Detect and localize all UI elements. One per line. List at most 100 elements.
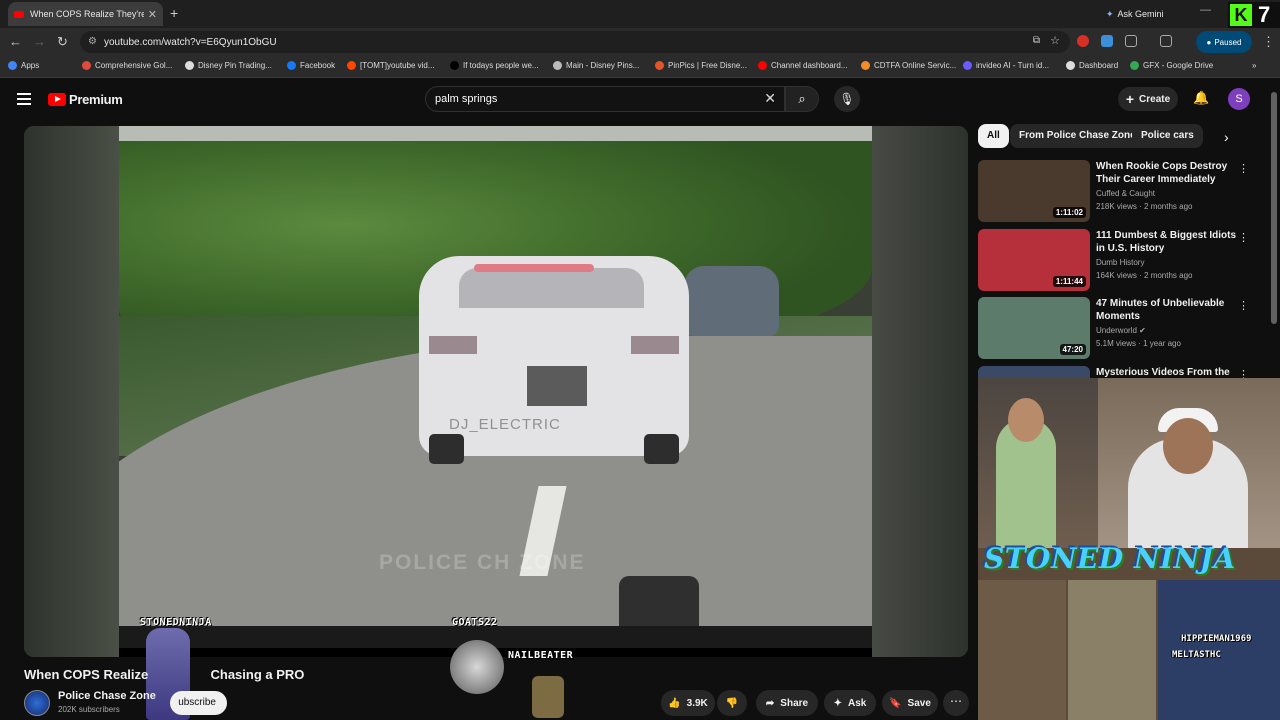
bookmark-favicon-icon bbox=[963, 61, 972, 70]
video-thumbnail[interactable]: 1:11:02 bbox=[978, 160, 1090, 222]
clip-thumbnail-2 bbox=[1068, 580, 1156, 720]
verified-check-icon: ✔ bbox=[1139, 326, 1146, 335]
back-arrow-icon[interactable]: ← bbox=[9, 34, 22, 49]
voice-search-button[interactable]: 🎙 bbox=[834, 86, 860, 112]
more-options-icon[interactable]: ⋮ bbox=[1238, 299, 1249, 312]
ask-gemini-button[interactable]: ✦ Ask Gemini bbox=[1106, 5, 1164, 23]
bookmark-item[interactable]: CDTFA Online Servic... bbox=[861, 61, 956, 70]
duration-badge: 1:11:02 bbox=[1052, 207, 1086, 218]
account-avatar[interactable]: S bbox=[1228, 88, 1250, 110]
create-button[interactable]: + Create bbox=[1118, 87, 1178, 111]
webcam-overlay: STONED NINJA HIPPIEMAN1969 MELTASTHC bbox=[978, 378, 1280, 720]
chip-police-cars[interactable]: Police cars bbox=[1132, 124, 1203, 148]
browser-tab[interactable]: When COPS Realize They're Ch ✕ bbox=[8, 2, 163, 26]
profile-paused-button[interactable]: ● Paused bbox=[1196, 31, 1252, 53]
search-button[interactable]: ⌕ bbox=[785, 86, 819, 112]
share-arrow-icon: ➦ bbox=[765, 697, 775, 709]
bookmark-item[interactable]: GFX - Google Drive bbox=[1130, 61, 1213, 70]
bookmark-item[interactable]: invideo AI - Turn id... bbox=[963, 61, 1049, 70]
menu-hamburger-icon[interactable] bbox=[17, 93, 31, 105]
chip-next-arrow-icon[interactable]: › bbox=[1224, 129, 1229, 145]
thumbs-down-icon: 👎 bbox=[725, 697, 739, 709]
bookmarks-bar: Apps Comprehensive Gol... Disney Pin Tradi… bbox=[0, 56, 1280, 78]
forward-arrow-icon[interactable]: → bbox=[33, 34, 46, 49]
address-bar[interactable]: ⚙ youtube.com/watch?v=E6Qyun1ObGU ⧉ ☆ bbox=[80, 31, 1070, 53]
save-button[interactable]: 🔖 Save bbox=[882, 690, 938, 716]
channel-name[interactable]: Police Chase Zone bbox=[58, 690, 156, 702]
video-frame[interactable]: DJ_ELECTRIC POLICE CH ZONE bbox=[119, 126, 872, 648]
recommended-title[interactable]: 111 Dumbest & Biggest Idiots in U.S. His… bbox=[1096, 229, 1246, 255]
new-tab-button[interactable]: + bbox=[170, 5, 178, 21]
search-input[interactable]: palm springs ✕ bbox=[425, 86, 785, 112]
bookmark-favicon-icon bbox=[450, 61, 459, 70]
zombie-avatar-sprite bbox=[532, 676, 564, 718]
minimize-icon[interactable]: — bbox=[1200, 4, 1211, 16]
tire bbox=[429, 434, 464, 464]
video-player[interactable]: DJ_ELECTRIC POLICE CH ZONE bbox=[24, 126, 968, 657]
install-app-icon[interactable]: ⧉ bbox=[1033, 35, 1040, 46]
recommended-video[interactable]: 1:11:02 When Rookie Cops Destroy Their Ca… bbox=[978, 160, 1268, 222]
recommended-title[interactable]: When Rookie Cops Destroy Their Career Im… bbox=[1096, 160, 1246, 186]
recommended-video[interactable]: 47:20 47 Minutes of Unbelievable Moments U… bbox=[978, 297, 1268, 359]
bookmark-item[interactable]: Comprehensive Gol... bbox=[82, 61, 172, 70]
bookmark-label: [TOMT]youtube vid... bbox=[360, 61, 435, 70]
youtube-play-icon bbox=[48, 93, 66, 106]
bookmark-item[interactable]: If todays people we... bbox=[450, 61, 539, 70]
channel-avatar[interactable] bbox=[24, 690, 50, 716]
bookmark-item[interactable]: [TOMT]youtube vid... bbox=[347, 61, 435, 70]
bookmark-item[interactable]: Main - Disney Pins... bbox=[553, 61, 639, 70]
duration-badge: 47:20 bbox=[1059, 344, 1086, 355]
subscriber-count: 202K subscribers bbox=[58, 705, 120, 714]
bookmark-label: Main - Disney Pins... bbox=[566, 61, 640, 70]
notifications-bell-icon[interactable]: 🔔 bbox=[1193, 90, 1209, 106]
fleeing-car bbox=[684, 266, 779, 336]
tail-light bbox=[631, 336, 679, 354]
more-options-icon[interactable]: ⋮ bbox=[1238, 231, 1249, 244]
bookmark-item[interactable]: Apps bbox=[8, 61, 39, 70]
license-plate bbox=[527, 366, 587, 406]
extension-blue-icon[interactable] bbox=[1101, 35, 1113, 47]
bookmark-item[interactable]: PinPics | Free Disne... bbox=[655, 61, 747, 70]
browser-menu-icon[interactable]: ⋮ bbox=[1262, 34, 1275, 50]
youtube-premium-logo[interactable]: Premium bbox=[48, 92, 123, 107]
chip-from-channel[interactable]: From Police Chase Zone bbox=[1010, 124, 1145, 148]
bookmark-item[interactable]: Facebook bbox=[287, 61, 335, 70]
share-button[interactable]: ➦ Share bbox=[756, 690, 818, 716]
tab-title: When COPS Realize They're Ch bbox=[30, 9, 144, 19]
site-info-icon[interactable]: ⚙ bbox=[88, 36, 97, 47]
page-scrollbar[interactable] bbox=[1271, 92, 1277, 324]
split-view-icon[interactable] bbox=[1160, 35, 1172, 47]
bookmark-star-icon[interactable]: ☆ bbox=[1050, 34, 1060, 47]
video-thumbnail[interactable]: 47:20 bbox=[978, 297, 1090, 359]
ask-button[interactable]: ✦ Ask bbox=[824, 690, 876, 716]
recommended-channel[interactable]: Cuffed & Caught bbox=[1096, 189, 1155, 198]
extensions-puzzle-icon[interactable] bbox=[1125, 35, 1137, 47]
thumbs-up-icon: 👍 bbox=[668, 697, 681, 709]
recommended-channel[interactable]: Underworld ✔ bbox=[1096, 326, 1146, 335]
like-button[interactable]: 👍 3.9K bbox=[661, 690, 715, 716]
chip-all[interactable]: All bbox=[978, 124, 1009, 148]
extension-red-icon[interactable] bbox=[1077, 35, 1089, 47]
subscribe-button[interactable]: ubscribe bbox=[170, 691, 227, 715]
more-actions-button[interactable]: ⋯ bbox=[943, 690, 969, 716]
recommended-title[interactable]: 47 Minutes of Unbelievable Moments bbox=[1096, 297, 1246, 323]
bookmark-item[interactable]: Dashboard bbox=[1066, 61, 1118, 70]
share-label: Share bbox=[780, 697, 809, 709]
more-options-icon[interactable]: ⋮ bbox=[1238, 162, 1249, 175]
clear-search-icon[interactable]: ✕ bbox=[764, 90, 776, 107]
close-tab-icon[interactable]: ✕ bbox=[148, 8, 157, 21]
bookmark-item[interactable]: Channel dashboard... bbox=[758, 61, 848, 70]
bookmark-favicon-icon bbox=[655, 61, 664, 70]
dislike-button[interactable]: 👎 bbox=[717, 690, 747, 716]
bookmark-favicon-icon bbox=[861, 61, 870, 70]
reload-icon[interactable]: ↻ bbox=[57, 34, 68, 50]
bookmarks-overflow-icon[interactable]: » bbox=[1252, 61, 1256, 70]
video-thumbnail[interactable]: 1:11:44 bbox=[978, 229, 1090, 291]
streamer-2-head bbox=[1163, 418, 1213, 474]
bookmark-item[interactable]: Disney Pin Trading... bbox=[185, 61, 272, 70]
recommended-video[interactable]: 1:11:44 111 Dumbest & Biggest Idiots in U… bbox=[978, 229, 1268, 291]
bookmark-label: invideo AI - Turn id... bbox=[976, 61, 1049, 70]
bookmark-label: Channel dashboard... bbox=[771, 61, 848, 70]
recommended-channel[interactable]: Dumb History bbox=[1096, 258, 1144, 267]
ufo-avatar-sprite bbox=[450, 640, 504, 694]
